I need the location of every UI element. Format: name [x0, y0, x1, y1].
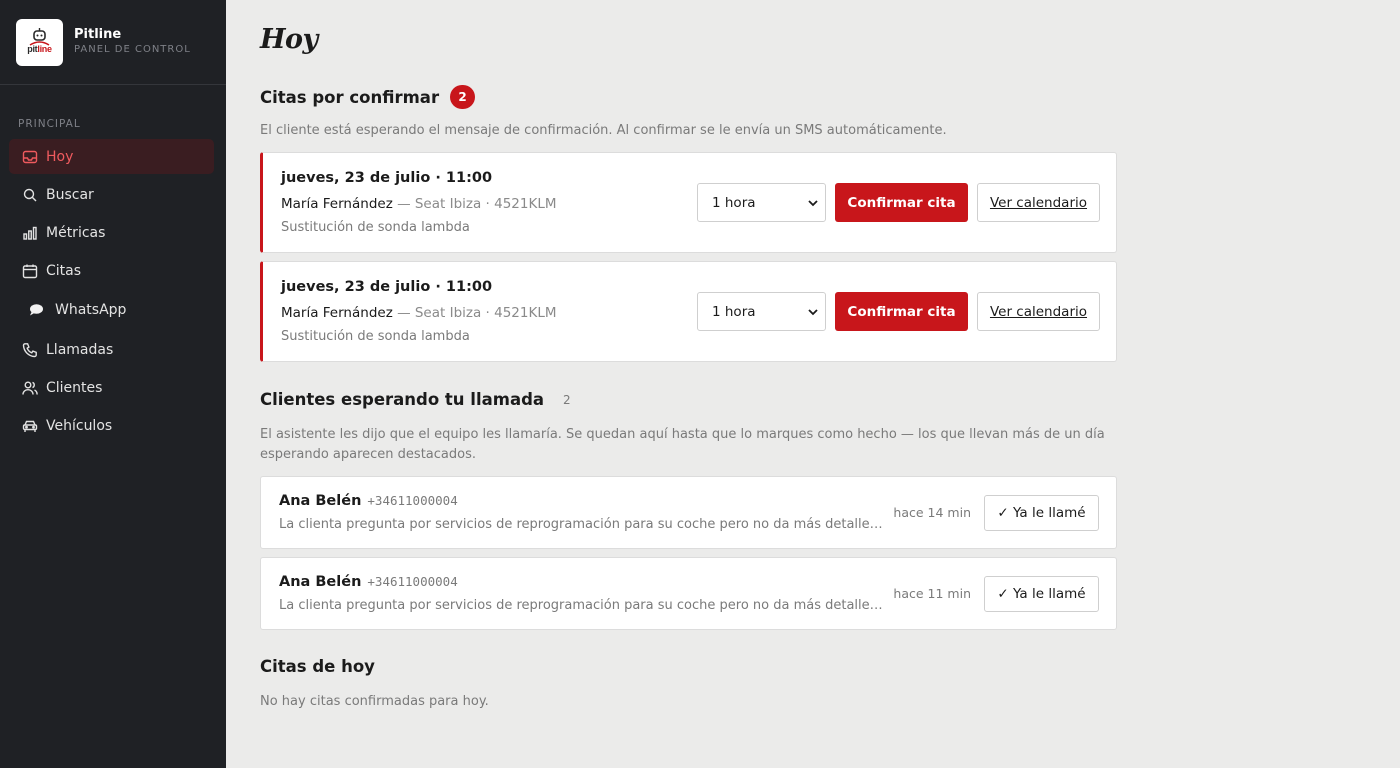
client-name: María Fernández [281, 196, 393, 212]
today-empty-message: No hay citas confirmadas para hoy. [260, 694, 489, 709]
calendar-icon [21, 262, 38, 279]
brand: pitline Pitline PANEL DE CONTROL [0, 0, 226, 85]
duration-select[interactable]: 1 hora [697, 183, 826, 222]
sidebar: pitline Pitline PANEL DE CONTROL PRINCIP… [0, 0, 226, 768]
users-icon [21, 379, 38, 396]
sidebar-item-hoy[interactable]: Hoy [9, 139, 214, 174]
search-icon [21, 186, 38, 203]
pending-appointment-card: jueves, 23 de julio · 11:00 María Fernán… [260, 152, 1117, 253]
phone-icon [21, 341, 38, 358]
sidebar-item-clientes[interactable]: Clientes [9, 370, 214, 405]
sidebar-item-label: WhatsApp [55, 301, 127, 318]
duration-value: 1 hora [712, 194, 756, 211]
confirm-appointment-button[interactable]: Confirmar cita [835, 292, 968, 331]
calls-count: 2 [563, 392, 571, 407]
call-message: La clienta pregunta por servicios de rep… [279, 598, 889, 613]
sidebar-item-metricas[interactable]: Métricas [9, 215, 214, 250]
view-calendar-button[interactable]: Ver calendario [977, 183, 1100, 222]
pending-section-title: Citas por confirmar 2 [260, 85, 476, 109]
call-request-card: Ana Belén +34611000004 La clienta pregunt… [260, 557, 1117, 630]
mark-called-button[interactable]: ✓ Ya le llamé [984, 576, 1099, 612]
duration-value: 1 hora [712, 303, 756, 320]
sidebar-item-llamadas[interactable]: Llamadas [9, 332, 214, 367]
caller-name: Ana Belén +34611000004 [279, 493, 458, 509]
logo-wordmark: pitline [27, 43, 52, 54]
call-message: La clienta pregunta por servicios de rep… [279, 517, 889, 532]
caller-name: Ana Belén +34611000004 [279, 574, 458, 590]
calls-description-line: esperando aparecen destacados. [260, 447, 476, 462]
sidebar-item-label: Hoy [46, 148, 74, 165]
call-request-card: Ana Belén +34611000004 La clienta pregunt… [260, 476, 1117, 549]
inbox-icon [21, 148, 38, 165]
mark-called-button[interactable]: ✓ Ya le llamé [984, 495, 1099, 531]
sidebar-item-label: Vehículos [46, 417, 113, 434]
robot-logo-icon [29, 27, 50, 46]
call-time: hace 14 min [893, 505, 971, 520]
section-heading: Citas de hoy [260, 657, 375, 676]
sidebar-item-buscar[interactable]: Buscar [9, 177, 214, 212]
sidebar-item-vehiculos[interactable]: Vehículos [9, 408, 214, 443]
appointment-date: jueves, 23 de julio · 11:00 [281, 279, 493, 295]
bar-chart-icon [21, 224, 38, 241]
app-logo[interactable]: pitline [16, 18, 63, 66]
sidebar-item-citas[interactable]: Citas [9, 253, 214, 288]
app-subtitle: PANEL DE CONTROL [74, 44, 191, 55]
calls-section-title: Clientes esperando tu llamada 2 [260, 390, 571, 409]
sidebar-item-whatsapp[interactable]: WhatsApp [9, 292, 214, 327]
client-name: María Fernández [281, 305, 393, 321]
call-time: hace 11 min [893, 586, 971, 601]
sidebar-item-label: Llamadas [46, 341, 114, 358]
appointment-service: Sustitución de sonda lambda [281, 329, 470, 344]
caller-phone: +34611000004 [367, 574, 458, 589]
view-calendar-button[interactable]: Ver calendario [977, 292, 1100, 331]
calls-description-line: El asistente les dijo que el equipo les … [260, 427, 1105, 442]
appointment-client: María Fernández — Seat Ibiza · 4521KLM [281, 196, 557, 212]
duration-select[interactable]: 1 hora [697, 292, 826, 331]
chat-bubble-icon [27, 301, 44, 318]
sidebar-item-label: Métricas [46, 224, 106, 241]
vehicle-info: — Seat Ibiza · 4521KLM [392, 196, 557, 212]
chevron-down-icon [808, 308, 818, 315]
pending-description: El cliente está esperando el mensaje de … [260, 123, 947, 138]
confirm-appointment-button[interactable]: Confirmar cita [835, 183, 968, 222]
caller-phone: +34611000004 [367, 493, 458, 508]
appointment-client: María Fernández — Seat Ibiza · 4521KLM [281, 305, 557, 321]
today-section-title: Citas de hoy [260, 657, 375, 676]
sidebar-item-label: Citas [46, 262, 82, 279]
page-title: Hoy [260, 24, 318, 55]
section-heading: Clientes esperando tu llamada [260, 390, 545, 409]
calls-description: El asistente les dijo que el equipo les … [260, 425, 1105, 465]
car-icon [21, 417, 38, 434]
appointment-date: jueves, 23 de julio · 11:00 [281, 170, 493, 186]
app-name: Pitline [74, 27, 122, 42]
nav-section-label: PRINCIPAL [18, 118, 81, 130]
vehicle-info: — Seat Ibiza · 4521KLM [392, 305, 557, 321]
sidebar-item-label: Clientes [46, 379, 103, 396]
chevron-down-icon [808, 199, 818, 206]
section-heading: Citas por confirmar [260, 87, 440, 107]
appointment-service: Sustitución de sonda lambda [281, 220, 470, 235]
sidebar-item-label: Buscar [46, 186, 94, 203]
pending-count-badge: 2 [450, 85, 476, 109]
pending-appointment-card: jueves, 23 de julio · 11:00 María Fernán… [260, 261, 1117, 362]
main-content: Hoy Citas por confirmar 2 El cliente est… [226, 0, 1400, 768]
